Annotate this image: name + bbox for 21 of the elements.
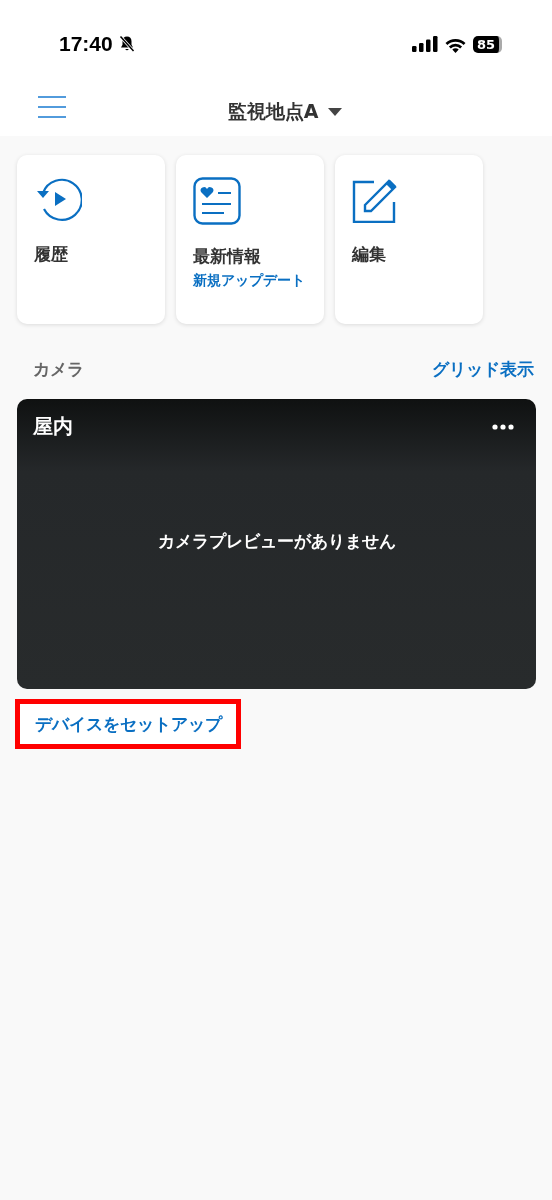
- shortcut-card[interactable]: 編集: [335, 155, 483, 324]
- news-card-icon: [193, 177, 241, 225]
- bell-off-icon: [118, 35, 135, 53]
- shortcut-card[interactable]: 最新情報 新規アップデート: [176, 155, 324, 324]
- menu-icon: [38, 96, 66, 118]
- section-title: カメラ: [33, 358, 84, 381]
- grid-view-link[interactable]: グリッド表示: [432, 358, 534, 381]
- update-note: 新規アップデート: [193, 271, 305, 290]
- battery-indicator: 85: [472, 35, 502, 53]
- no-preview-message: カメラプレビューがありません: [156, 530, 397, 553]
- more-icon[interactable]: [492, 423, 514, 430]
- camera-name: 屋内: [33, 413, 73, 440]
- shortcut-card[interactable]: 履歴: [17, 155, 165, 324]
- menu-button[interactable]: [38, 96, 66, 118]
- signal-icon: [411, 36, 438, 52]
- caret-icon: [328, 108, 343, 116]
- site-selector[interactable]: 監視地点A: [209, 99, 343, 125]
- replay-icon: [34, 177, 82, 223]
- camera-card[interactable]: 屋内 カメラプレビューがありません: [17, 399, 536, 689]
- setup-device-link[interactable]: デバイスをセットアップ: [35, 713, 222, 736]
- status-time: 17:40: [59, 32, 113, 56]
